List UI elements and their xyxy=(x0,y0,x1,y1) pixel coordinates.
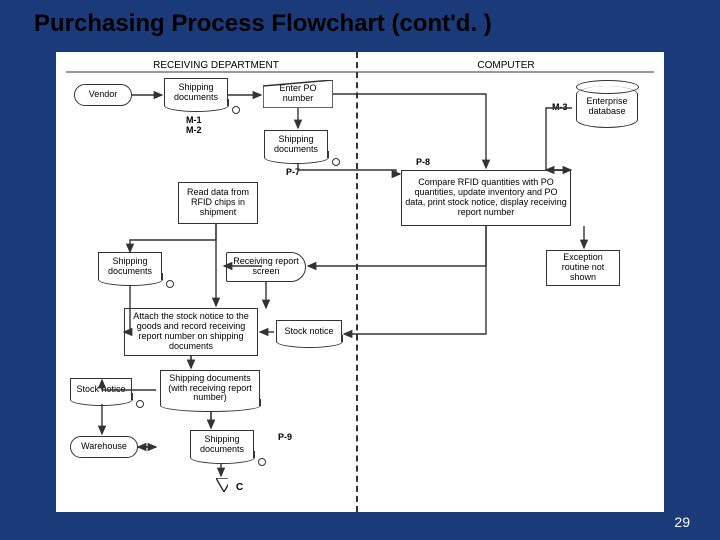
page-number: 29 xyxy=(674,514,690,530)
flowchart-area: RECEIVING DEPARTMENT COMPUTER Vendor Shi… xyxy=(56,52,664,512)
flow-arrows xyxy=(56,52,664,512)
slide-title: Purchasing Process Flowchart (cont'd. ) xyxy=(34,10,492,38)
